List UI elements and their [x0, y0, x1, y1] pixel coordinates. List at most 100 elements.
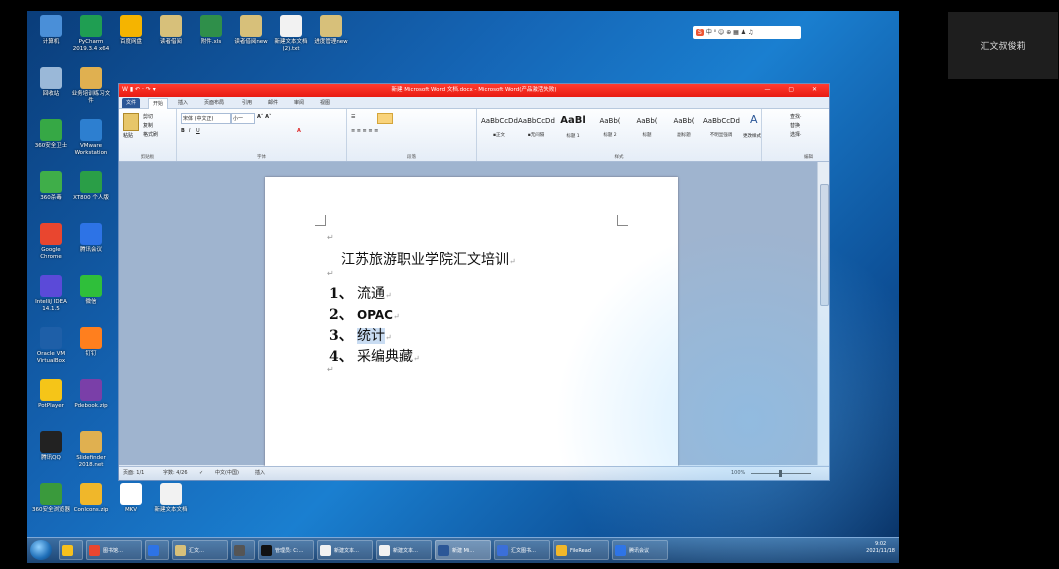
font-size-select[interactable]: 小一	[231, 113, 255, 124]
taskbar-button[interactable]	[59, 540, 83, 560]
desktop-icon[interactable]: 腾讯会议	[70, 223, 112, 254]
desktop-icon[interactable]: 腾讯QQ	[30, 431, 72, 462]
style-item[interactable]: AaBbCcDd ▪正文	[481, 113, 518, 147]
desktop-icon[interactable]: Slidefinder 2018.net	[70, 431, 112, 469]
desktop-icon[interactable]: MKV	[110, 483, 152, 514]
desktop-icon[interactable]: 附件.xls	[190, 15, 232, 46]
ime-toolbar[interactable]: S中 ⁰ ☺ ⊕ ▦ ♟ ♫	[693, 26, 801, 39]
taskbar-button[interactable]: 管理员: C:…	[258, 540, 314, 560]
zoom-slider[interactable]	[751, 470, 811, 477]
page-count[interactable]: 页面: 1/1	[123, 467, 144, 480]
style-item[interactable]: AaBb(标题 2	[592, 113, 628, 147]
italic-button[interactable]: I	[189, 128, 190, 134]
app-icon	[200, 15, 222, 37]
desktop-icon[interactable]: XT800 个人版	[70, 171, 112, 202]
format-painter-button[interactable]: 格式刷	[143, 131, 158, 138]
desktop-icon[interactable]: ConIcons.zip	[70, 483, 112, 514]
list-item[interactable]: 2、 OPAC↵	[329, 304, 400, 324]
align-icons[interactable]: ≡ ≡ ≡ ≡ ≡	[351, 128, 378, 134]
taskbar-button[interactable]: 新建文本…	[317, 540, 373, 560]
style-preview: AaBb(	[673, 117, 695, 125]
tab-6[interactable]: 审阅	[290, 98, 308, 108]
tab-2[interactable]: 插入	[174, 98, 192, 108]
change-styles-button[interactable]: A 更改样式	[743, 113, 769, 147]
font-name-select[interactable]: 宋体 (中文正)	[181, 113, 231, 124]
proofing-icon[interactable]: ✓	[199, 467, 203, 480]
taskbar-button[interactable]: 图书馆…	[86, 540, 142, 560]
grow-font-button[interactable]: A˄ A˅	[257, 114, 271, 120]
window-controls[interactable]: — ▢ ✕	[764, 86, 825, 93]
app-icon	[320, 545, 331, 556]
desktop-icon[interactable]: 新建文本文档(2).txt	[270, 15, 312, 53]
taskbar-button[interactable]: 汇文图书…	[494, 540, 550, 560]
taskbar-button[interactable]	[231, 540, 255, 560]
style-item[interactable]: AaBl 标题 1	[555, 113, 591, 147]
desktop-icon[interactable]: 360杀毒	[30, 171, 72, 202]
desktop-icon[interactable]: IntelliJ IDEA 14.1.5	[30, 275, 72, 313]
taskbar-button[interactable]: 汇文…	[172, 540, 228, 560]
select-button[interactable]: 选择·	[790, 131, 802, 138]
insert-mode[interactable]: 插入	[255, 467, 265, 480]
change-styles-label: 更改样式	[743, 134, 761, 139]
style-preview: AaBb(	[599, 117, 621, 125]
start-button[interactable]	[30, 540, 52, 560]
desktop-icon[interactable]: 钉钉	[70, 327, 112, 358]
desktop-icon[interactable]: 读者借阅new	[230, 15, 272, 46]
desktop-icon[interactable]: Oracle VM VirtualBox	[30, 327, 72, 365]
desktop-icon[interactable]: 计算机	[30, 15, 72, 46]
vertical-scrollbar[interactable]	[817, 162, 829, 465]
document-page[interactable]: ↵ 江苏旅游职业学院汇文培训↵ ↵ 1、 流通↵ 2、 OPAC↵ 3、 统计↵ 4、 采编典…	[265, 177, 678, 477]
taskbar-button[interactable]: 新建 Mi…	[435, 540, 491, 560]
document-title[interactable]: 江苏旅游职业学院汇文培训↵	[341, 249, 516, 269]
tab-3[interactable]: 页面布局	[200, 98, 228, 108]
desktop-icon[interactable]: 微信	[70, 275, 112, 306]
style-item[interactable]: AaBb(副标题	[666, 113, 702, 147]
desktop-icon[interactable]: 进度管理new	[310, 15, 352, 46]
word-count[interactable]: 字数: 4/26	[163, 467, 188, 480]
desktop-icon[interactable]: 360安全浏览器	[30, 483, 72, 514]
desktop-icon[interactable]: 百度网盘	[110, 15, 152, 46]
desktop-icon[interactable]: PyCharm 2019.3.4 x64	[70, 15, 112, 53]
taskbar-button[interactable]: 腾讯会议	[612, 540, 668, 560]
desktop-icon[interactable]: 回收站	[30, 67, 72, 98]
style-item[interactable]: AaBb(标题	[629, 113, 665, 147]
desktop-icon[interactable]: VMware Workstation	[70, 119, 112, 157]
copy-button[interactable]: 复制	[143, 122, 153, 129]
cut-button[interactable]: 剪切	[143, 113, 153, 120]
list-item[interactable]: 4、 采编典藏↵	[329, 346, 420, 366]
tab-4[interactable]: 引用	[238, 98, 256, 108]
paste-button[interactable]: 粘贴	[123, 132, 133, 139]
font-color-button[interactable]: A	[297, 128, 301, 134]
tab-5[interactable]: 邮件	[264, 98, 282, 108]
taskbar-button[interactable]: 新建文本…	[376, 540, 432, 560]
desktop-icon[interactable]: PotPlayer	[30, 379, 72, 410]
underline-button[interactable]: U	[196, 128, 200, 134]
tab-1[interactable]: 开始	[148, 98, 169, 109]
scroll-thumb[interactable]	[820, 184, 829, 306]
tab-7[interactable]: 视图	[316, 98, 334, 108]
language[interactable]: 中文(中国)	[215, 467, 239, 480]
bold-button[interactable]: B	[181, 128, 185, 134]
numbering-button[interactable]	[377, 113, 393, 124]
zoom-slider-handle[interactable]	[779, 470, 782, 477]
desktop-icon[interactable]: 新建文本文档	[150, 483, 192, 514]
list-item[interactable]: 1、 流通↵	[329, 283, 392, 303]
taskbar-button[interactable]: FileRead	[553, 540, 609, 560]
system-clock[interactable]: 9:02 2021/11/18	[866, 541, 895, 555]
desktop-icon[interactable]: 业务培训练习文件	[70, 67, 112, 105]
desktop-icon[interactable]: 读者借阅	[150, 15, 192, 46]
style-item[interactable]: AaBbCcDd ▪无间隔	[518, 113, 555, 147]
zoom-level[interactable]: 100%	[731, 467, 745, 480]
taskbar-button[interactable]	[145, 540, 169, 560]
desktop-icon[interactable]: Google Chrome	[30, 223, 72, 261]
replace-button[interactable]: 替换	[790, 122, 800, 129]
bullets-icon[interactable]: ☰	[351, 114, 355, 120]
paste-icon[interactable]	[123, 113, 139, 131]
style-item[interactable]: AaBbCcDd 不明显强调	[703, 113, 740, 147]
desktop-icon[interactable]: 360安全卫士	[30, 119, 72, 150]
find-button[interactable]: 查找·	[790, 113, 802, 120]
tab-0[interactable]: 文件	[122, 98, 141, 108]
title-bar[interactable]: W ▮ ↶ · ↷ ▾ 新建 Microsoft Word 文档.docx - …	[119, 84, 829, 97]
desktop-icon[interactable]: Pdebook.zip	[70, 379, 112, 410]
list-item[interactable]: 3、 统计↵	[329, 325, 392, 345]
